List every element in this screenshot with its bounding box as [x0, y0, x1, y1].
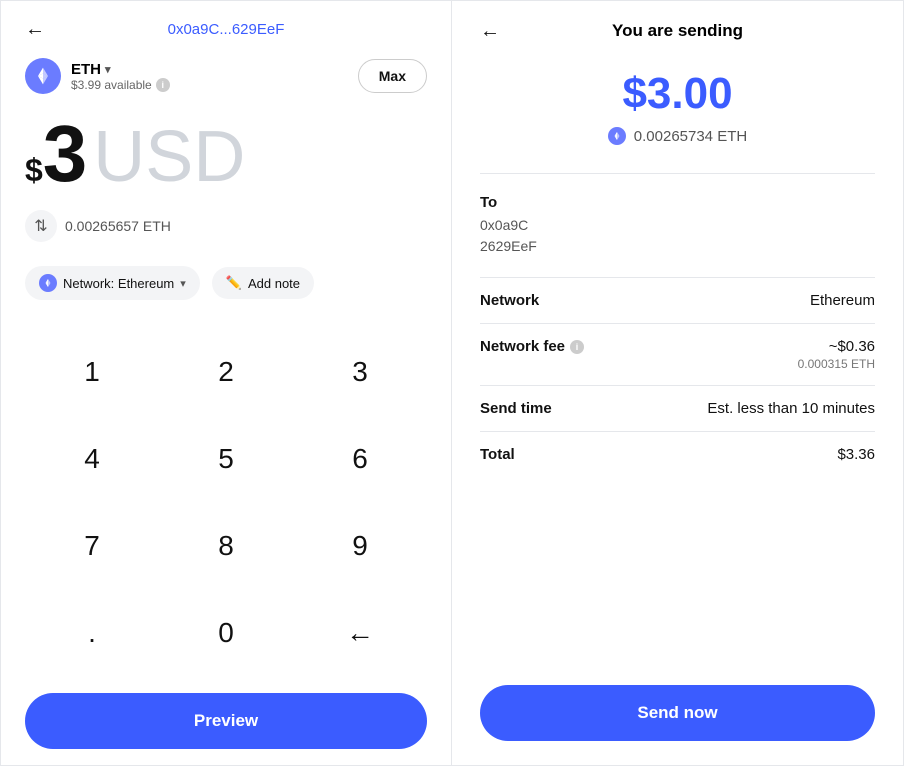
- left-back-button[interactable]: ←: [25, 18, 45, 41]
- sending-eth-row: 0.00265734 ETH: [480, 127, 875, 145]
- sending-usd: $3.00: [480, 69, 875, 119]
- detail-section: To 0x0a9C 2629EeF Network Ethereum Netwo…: [480, 194, 875, 685]
- right-back-button[interactable]: ←: [480, 20, 500, 43]
- wallet-address: 0x0a9C...629EeF: [168, 21, 285, 38]
- eth-logo-icon: [25, 58, 61, 94]
- pencil-icon: ✏️: [226, 275, 242, 291]
- network-fee-label: Network fee i: [480, 338, 584, 355]
- available-balance: $3.99 available i: [71, 78, 170, 92]
- network-row-label: Network: [480, 292, 539, 309]
- to-block: To 0x0a9C 2629EeF: [480, 194, 875, 257]
- eth-equivalent-text: 0.00265657 ETH: [65, 218, 171, 234]
- numpad-3[interactable]: 3: [293, 328, 427, 415]
- send-time-value: Est. less than 10 minutes: [707, 400, 875, 417]
- numpad-dot[interactable]: .: [25, 590, 159, 677]
- total-label: Total: [480, 446, 515, 463]
- preview-button[interactable]: Preview: [25, 693, 427, 749]
- numpad: 1 2 3 4 5 6 7 8 9 . 0 ←: [25, 328, 427, 677]
- amount-number: 3: [43, 114, 88, 194]
- divider: [480, 173, 875, 174]
- left-header: ← 0x0a9C...629EeF: [25, 21, 427, 38]
- network-label: Network: Ethereum: [63, 276, 174, 291]
- options-row: Network: Ethereum ▾ ✏️ Add note: [25, 266, 427, 300]
- left-panel: ← 0x0a9C...629EeF ETH: [0, 0, 452, 766]
- network-fee-value: ~$0.36 0.000315 ETH: [798, 338, 875, 371]
- dollar-sign: $: [25, 152, 43, 189]
- usd-label: USD: [93, 121, 245, 193]
- numpad-4[interactable]: 4: [25, 415, 159, 502]
- network-row: Network Ethereum: [480, 277, 875, 323]
- numpad-8[interactable]: 8: [159, 503, 293, 590]
- currency-chevron-icon: ▾: [105, 63, 111, 76]
- numpad-7[interactable]: 7: [25, 503, 159, 590]
- network-fee-eth: 0.000315 ETH: [798, 357, 875, 371]
- currency-name[interactable]: ETH ▾: [71, 61, 170, 78]
- currency-info: ETH ▾ $3.99 available i: [25, 58, 170, 94]
- numpad-5[interactable]: 5: [159, 415, 293, 502]
- amount-display: $ 3 USD: [25, 114, 427, 194]
- to-address: 0x0a9C 2629EeF: [480, 215, 875, 257]
- numpad-1[interactable]: 1: [25, 328, 159, 415]
- add-note-label: Add note: [248, 276, 300, 291]
- eth-equivalent: ⇅ 0.00265657 ETH: [25, 210, 427, 242]
- numpad-2[interactable]: 2: [159, 328, 293, 415]
- max-button[interactable]: Max: [358, 59, 427, 93]
- sending-eth-icon: [608, 127, 626, 145]
- currency-details: ETH ▾ $3.99 available i: [71, 61, 170, 92]
- network-selector[interactable]: Network: Ethereum ▾: [25, 266, 200, 300]
- sending-eth-text: 0.00265734 ETH: [634, 128, 747, 145]
- to-address-line2: 2629EeF: [480, 238, 537, 254]
- send-time-row: Send time Est. less than 10 minutes: [480, 385, 875, 431]
- to-address-line1: 0x0a9C: [480, 217, 528, 233]
- info-icon[interactable]: i: [156, 78, 170, 92]
- numpad-backspace[interactable]: ←: [293, 590, 427, 677]
- network-row-value: Ethereum: [810, 292, 875, 309]
- send-now-button[interactable]: Send now: [480, 685, 875, 741]
- network-chevron-icon: ▾: [180, 277, 186, 290]
- right-title: You are sending: [480, 21, 875, 41]
- numpad-0[interactable]: 0: [159, 590, 293, 677]
- right-header: ← You are sending: [480, 21, 875, 41]
- network-eth-icon: [39, 274, 57, 292]
- currency-row: ETH ▾ $3.99 available i Max: [25, 58, 427, 94]
- numpad-9[interactable]: 9: [293, 503, 427, 590]
- to-label: To: [480, 194, 875, 211]
- fee-info-icon[interactable]: i: [570, 340, 584, 354]
- total-row: Total $3.36: [480, 431, 875, 477]
- sending-amount: $3.00: [480, 69, 875, 119]
- network-fee-row: Network fee i ~$0.36 0.000315 ETH: [480, 323, 875, 385]
- send-time-label: Send time: [480, 400, 552, 417]
- total-value: $3.36: [837, 446, 875, 463]
- swap-icon[interactable]: ⇅: [25, 210, 57, 242]
- right-panel: ← You are sending $3.00 0.00265734 ETH: [452, 0, 904, 766]
- numpad-6[interactable]: 6: [293, 415, 427, 502]
- add-note-button[interactable]: ✏️ Add note: [212, 267, 314, 299]
